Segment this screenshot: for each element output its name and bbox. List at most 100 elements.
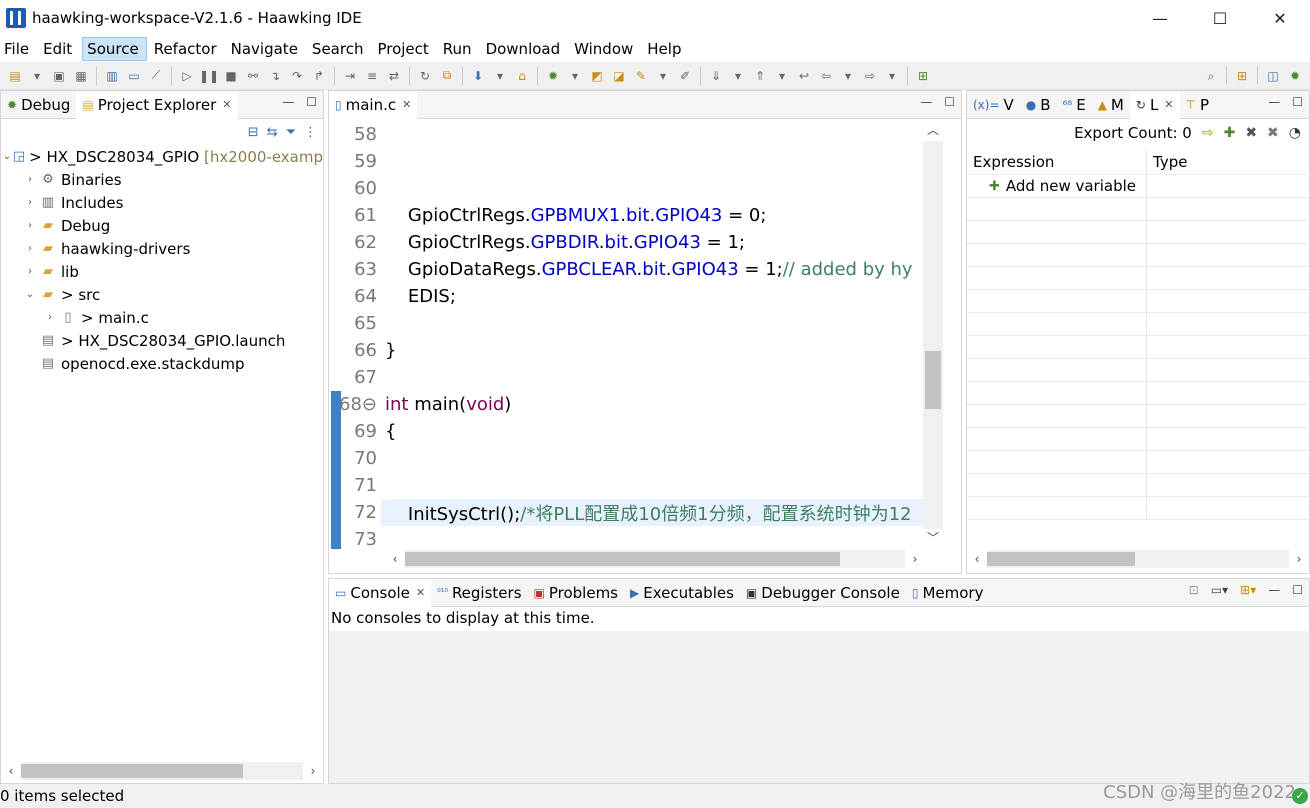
minimize-panel-icon[interactable]: — bbox=[1268, 95, 1280, 109]
menu-source[interactable]: Source bbox=[82, 37, 147, 61]
code-line[interactable]: 70 bbox=[329, 445, 925, 472]
pin-console-icon[interactable]: ⊡ bbox=[1189, 583, 1199, 597]
editor-hscrollbar[interactable]: ‹ › bbox=[385, 549, 925, 569]
tree-item-includes[interactable]: › ▥ Includes bbox=[1, 191, 323, 214]
chevron-right-icon[interactable]: › bbox=[21, 220, 39, 231]
build-icon[interactable]: ▥ bbox=[102, 66, 122, 86]
terminate-icon[interactable]: ■ bbox=[221, 66, 241, 86]
back-icon[interactable]: ⇦ bbox=[816, 66, 836, 86]
scroll-right-icon[interactable]: › bbox=[1289, 552, 1309, 566]
tree-item-lib[interactable]: › ▰ lib bbox=[1, 260, 323, 283]
tab-memory[interactable]: ▯ Memory bbox=[906, 579, 990, 607]
prev-dropdown-icon[interactable]: ▾ bbox=[772, 66, 792, 86]
chevron-down-icon[interactable]: ⌄ bbox=[21, 289, 39, 300]
pin-editor-icon[interactable]: ⊞ bbox=[913, 66, 933, 86]
expressions-hscrollbar[interactable]: ‹ › bbox=[967, 549, 1309, 569]
column-type[interactable]: Type bbox=[1147, 153, 1310, 171]
c-perspective-icon[interactable]: ◫ bbox=[1263, 66, 1283, 86]
tree-item-main-c[interactable]: › ▯ > main.c bbox=[1, 306, 323, 329]
scroll-left-icon[interactable]: ‹ bbox=[967, 552, 987, 566]
tab-variables[interactable]: (x)= V bbox=[967, 91, 1020, 119]
save-all-icon[interactable]: ▦ bbox=[71, 66, 91, 86]
scroll-right-icon[interactable]: › bbox=[905, 552, 925, 566]
close-button[interactable]: ✕ bbox=[1250, 0, 1310, 36]
menu-search[interactable]: Search bbox=[308, 37, 371, 61]
add-icon[interactable]: ✚ bbox=[1224, 125, 1236, 141]
maximize-panel-icon[interactable]: ☐ bbox=[1292, 95, 1303, 109]
tab-main-c[interactable]: ▯ main.c ✕ bbox=[329, 90, 418, 119]
scroll-left-icon[interactable]: ‹ bbox=[385, 552, 405, 566]
step-over-icon[interactable]: ↷ bbox=[287, 66, 307, 86]
debug-perspective-icon[interactable]: ✹ bbox=[1285, 66, 1305, 86]
code-line[interactable]: 67 bbox=[329, 364, 925, 391]
download-icon[interactable]: ⧉ bbox=[437, 66, 457, 86]
menu-help[interactable]: Help bbox=[643, 37, 688, 61]
add-new-variable-row[interactable]: ✚ Add new variable bbox=[967, 175, 1310, 198]
code-area[interactable]: 58 59 60 61 GpioCtrlRegs.GPBMUX1.bit.GPIO43… bbox=[329, 121, 925, 549]
reset-icon[interactable]: ↻ bbox=[415, 66, 435, 86]
save-icon[interactable]: ▣ bbox=[49, 66, 69, 86]
flash-icon[interactable]: ⬇ bbox=[468, 66, 488, 86]
close-tab-icon[interactable]: ✕ bbox=[222, 98, 231, 111]
tab-executables[interactable]: ▶ Executables bbox=[624, 579, 740, 607]
open-file-icon[interactable]: ◪ bbox=[609, 66, 629, 86]
new-icon[interactable]: ▤ bbox=[5, 66, 25, 86]
filter-icon[interactable]: ⏷ bbox=[286, 125, 296, 140]
code-line[interactable]: 64 EDIS; bbox=[329, 283, 925, 310]
forward-dropdown-icon[interactable]: ▾ bbox=[882, 66, 902, 86]
code-line[interactable]: 59 bbox=[329, 148, 925, 175]
explorer-hscrollbar[interactable]: ‹ › bbox=[1, 761, 323, 781]
tree-item-debug[interactable]: › ▰ Debug bbox=[1, 214, 323, 237]
brush-icon[interactable]: ✎ bbox=[631, 66, 651, 86]
close-tab-icon[interactable]: ✕ bbox=[416, 586, 425, 599]
scroll-right-icon[interactable]: › bbox=[303, 764, 323, 778]
link-with-editor-icon[interactable]: ⇆ bbox=[267, 125, 278, 140]
menu-download[interactable]: Download bbox=[482, 37, 568, 61]
tab-peripherals[interactable]: ⊤ P bbox=[1180, 91, 1216, 119]
target-icon[interactable]: ⌂ bbox=[512, 66, 532, 86]
chevron-right-icon[interactable]: › bbox=[21, 197, 39, 208]
chevron-right-icon[interactable]: › bbox=[41, 312, 59, 323]
back-dropdown-icon[interactable]: ▾ bbox=[838, 66, 858, 86]
menu-refactor[interactable]: Refactor bbox=[150, 37, 224, 61]
prev-annotation-icon[interactable]: ⇑ bbox=[750, 66, 770, 86]
code-line[interactable]: 60 bbox=[329, 175, 925, 202]
code-line[interactable]: 63 GpioDataRegs.GPBCLEAR.bit.GPIO43 = 1;… bbox=[329, 256, 925, 283]
minimize-panel-icon[interactable]: — bbox=[920, 95, 932, 109]
menu-run[interactable]: Run bbox=[439, 37, 479, 61]
tree-item-haawking-drivers[interactable]: › ▰ haawking-drivers bbox=[1, 237, 323, 260]
tree-item-launch[interactable]: ▤ > HX_DSC28034_GPIO.launch bbox=[1, 329, 323, 352]
remove-icon[interactable]: ✖ bbox=[1245, 125, 1257, 141]
next-annotation-icon[interactable]: ⇓ bbox=[706, 66, 726, 86]
flash-dropdown-icon[interactable]: ▾ bbox=[490, 66, 510, 86]
code-line[interactable]: 66} bbox=[329, 337, 925, 364]
tree-item-stackdump[interactable]: ▤ openocd.exe.stackdump bbox=[1, 352, 323, 375]
maximize-button[interactable]: ☐ bbox=[1190, 0, 1250, 36]
menu-file[interactable]: File bbox=[0, 37, 36, 61]
open-perspective-icon[interactable]: ⊞ bbox=[1232, 66, 1252, 86]
minimize-button[interactable]: — bbox=[1130, 0, 1190, 36]
open-folder-icon[interactable]: ◩ bbox=[587, 66, 607, 86]
tree-item-binaries[interactable]: › ⚙ Binaries bbox=[1, 168, 323, 191]
refresh-rate-icon[interactable]: ◔ bbox=[1289, 125, 1301, 141]
export-icon[interactable]: ⇨ bbox=[1202, 125, 1214, 141]
chevron-right-icon[interactable]: › bbox=[21, 266, 39, 277]
code-line[interactable]: 65 bbox=[329, 310, 925, 337]
code-line[interactable]: 71 bbox=[329, 472, 925, 499]
column-expression[interactable]: Expression bbox=[967, 149, 1147, 174]
scroll-up-icon[interactable]: ︿ bbox=[923, 121, 943, 141]
instruction-step-icon[interactable]: ⇥ bbox=[340, 66, 360, 86]
console-icon[interactable]: ▭ bbox=[124, 66, 144, 86]
scroll-left-icon[interactable]: ‹ bbox=[1, 764, 21, 778]
search-icon[interactable]: ⌕ bbox=[1201, 66, 1221, 86]
close-tab-icon[interactable]: ✕ bbox=[1164, 98, 1173, 111]
scroll-down-icon[interactable]: ﹀ bbox=[923, 529, 943, 549]
code-line[interactable]: 72 InitSysCtrl();/*将PLL配置成10倍频1分频，配置系统时钟… bbox=[329, 499, 925, 526]
tab-registers[interactable]: ⁰¹⁰ Registers bbox=[431, 579, 527, 607]
annotation-dropdown-icon[interactable]: ▾ bbox=[728, 66, 748, 86]
code-line[interactable]: 61 GpioCtrlRegs.GPBMUX1.bit.GPIO43 = 0; bbox=[329, 202, 925, 229]
tree-item-src[interactable]: ⌄ ▰ > src bbox=[1, 283, 323, 306]
code-line[interactable]: 58 bbox=[329, 121, 925, 148]
tree-item-project[interactable]: ⌄ ◲ > HX_DSC28034_GPIO [hx2000-examp bbox=[1, 145, 323, 168]
debug-icon[interactable]: ✹ bbox=[543, 66, 563, 86]
